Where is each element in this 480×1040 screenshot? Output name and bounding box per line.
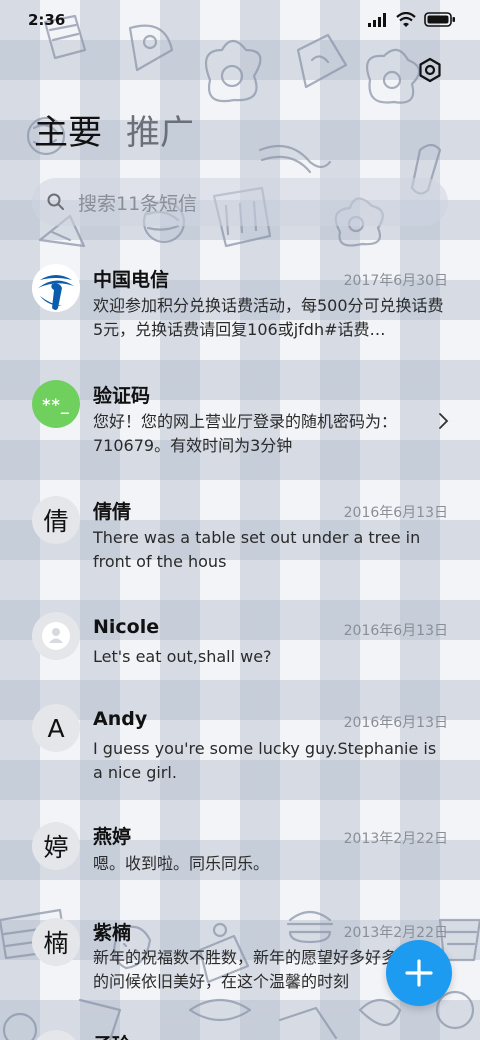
chevron-right-icon[interactable] [436, 412, 450, 430]
search-icon [47, 193, 64, 210]
message-preview: 欢迎参加积分兑换话费活动，每500分可兑换话费5元，兑换话费请回复106或jfd… [93, 296, 444, 339]
avatar-text: A [47, 713, 65, 743]
conversation-row[interactable]: 子玲 [0, 1028, 480, 1040]
message-date: 2016年6月13日 [343, 505, 448, 521]
status-time: 2:36 [28, 11, 66, 29]
contact-name: 燕婷 [93, 826, 132, 848]
message-preview: There was a table set out under a tree i… [93, 528, 421, 571]
avatar: **_ [32, 380, 80, 428]
search-input[interactable]: 搜索11条短信 [32, 178, 448, 226]
gear-icon[interactable] [416, 56, 444, 84]
wifi-icon [396, 12, 416, 27]
new-message-button[interactable] [386, 940, 452, 1006]
tab-primary[interactable]: 主要 [34, 112, 102, 154]
contact-name: Andy [93, 708, 148, 730]
contact-name: 紫楠 [93, 922, 132, 944]
avatar: 婷 [32, 822, 80, 870]
message-date: 2013年2月22日 [343, 925, 448, 941]
tab-bar: 主要 推广 [34, 112, 194, 154]
person-icon [42, 622, 70, 650]
doodle-sushi-icon [296, 33, 348, 89]
message-preview: I guess you're some lucky guy.Stephanie … [93, 739, 437, 782]
contact-name: 验证码 [93, 385, 151, 407]
avatar: 倩 [32, 496, 80, 544]
status-bar: 2:36 [0, 0, 480, 40]
message-date: 2016年6月13日 [343, 715, 448, 731]
china-telecom-logo [32, 264, 80, 312]
message-date: 2017年6月30日 [343, 273, 448, 289]
conversation-row[interactable]: 婷 燕婷 2013年2月22日 嗯。收到啦。同乐同乐。 [0, 818, 480, 904]
avatar: A [32, 704, 80, 752]
conversation-row[interactable]: 中国电信 2017年6月30日 欢迎参加积分兑换话费活动，每500分可兑换话费5… [0, 256, 480, 366]
search-placeholder: 搜索11条短信 [78, 193, 198, 215]
signal-icon [368, 12, 386, 27]
message-preview: Let's eat out,shall we? [93, 647, 272, 666]
battery-icon [424, 12, 455, 27]
message-preview: 嗯。收到啦。同乐同乐。 [93, 854, 270, 873]
conversation-row[interactable]: Nicole 2016年6月13日 Let's eat out,shall we… [0, 604, 480, 690]
avatar-text: 楠 [43, 929, 69, 958]
contact-name: 倩倩 [93, 501, 132, 523]
avatar [32, 1030, 80, 1040]
contact-name: 中国电信 [93, 269, 170, 291]
doodle-sausage-icon [258, 144, 332, 174]
message-preview: 您好！您的网上营业厅登录的随机密码为：710679。有效时间为3分钟 [93, 412, 398, 455]
conversation-row[interactable]: A Andy 2016年6月13日 I guess you're some lu… [0, 700, 480, 810]
avatar-text: **_ [42, 394, 70, 414]
avatar [32, 264, 80, 312]
avatar: 楠 [32, 918, 80, 966]
message-date: 2016年6月13日 [343, 623, 448, 639]
status-icons [368, 12, 456, 27]
doodle-egg-icon [204, 39, 262, 103]
avatar-text: 婷 [43, 833, 69, 862]
avatar-text: 倩 [43, 507, 69, 536]
contact-name: Nicole [93, 616, 160, 638]
plus-icon [405, 959, 433, 987]
contact-name: 子玲 [93, 1030, 131, 1040]
conversation-row[interactable]: 倩 倩倩 2016年6月13日 There was a table set ou… [0, 488, 480, 598]
message-date: 2013年2月22日 [343, 831, 448, 847]
avatar [32, 612, 80, 660]
doodle-egg2-icon [366, 48, 421, 104]
tab-promotions[interactable]: 推广 [126, 112, 194, 154]
conversation-row[interactable]: **_ 验证码 您好！您的网上营业厅登录的随机密码为：710679。有效时间为3… [0, 372, 480, 482]
